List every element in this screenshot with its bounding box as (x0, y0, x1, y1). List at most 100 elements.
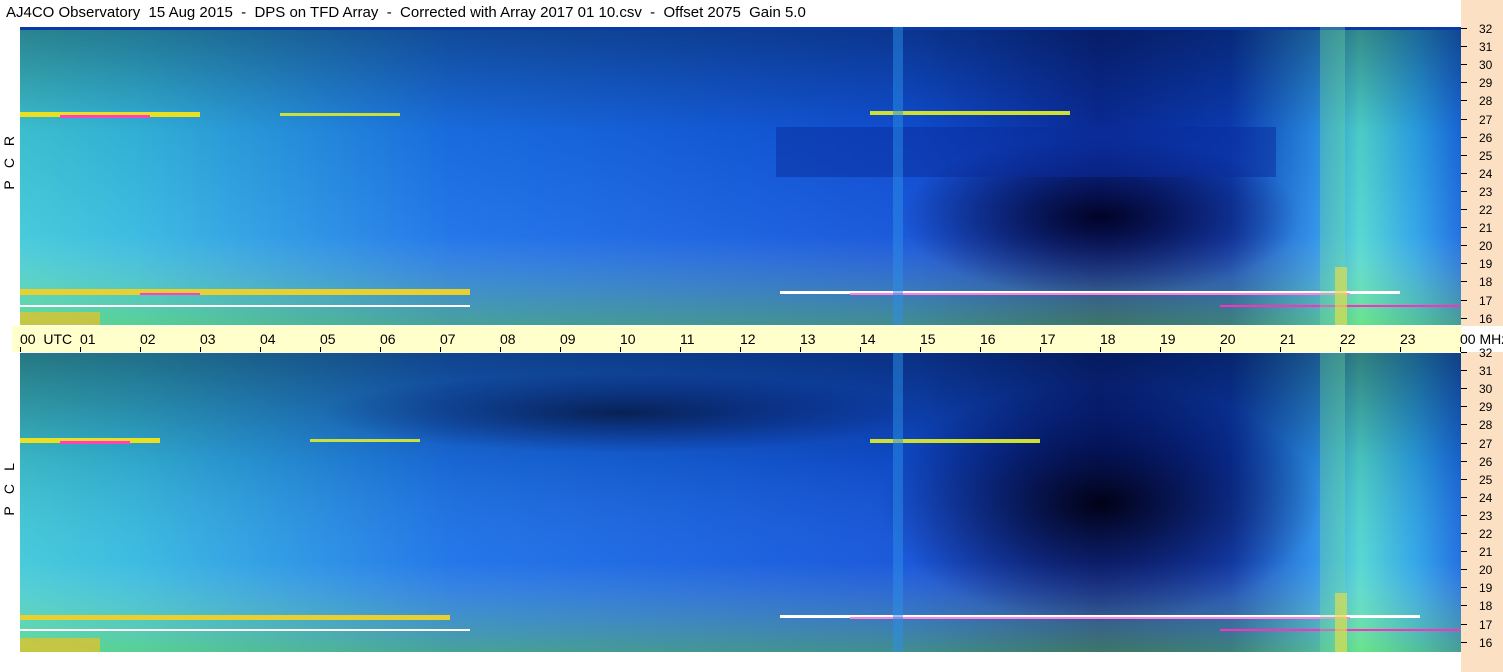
frequency-scale-rcp: 32 31 30 29 28 27 26 25 24 23 22 21 20 19 18 17 16 (1461, 0, 1503, 326)
frequency-tick: 28 (1461, 418, 1503, 432)
frequency-tick-mark (1461, 514, 1467, 516)
frequency-tick-mark (1461, 551, 1467, 553)
time-tick-mark (260, 347, 261, 352)
time-tick-label: 22 (1340, 331, 1356, 347)
time-tick-label: 06 (380, 331, 396, 347)
time-tick-label: 11 (680, 331, 695, 347)
frequency-tick: 17 (1461, 294, 1503, 308)
frequency-tick: 32 (1461, 346, 1503, 360)
frequency-tick-label: 19 (1479, 257, 1493, 272)
frequency-tick: 29 (1461, 400, 1503, 414)
time-tick-mark (1100, 347, 1101, 352)
time-tick-mark (140, 347, 141, 352)
frequency-tick-mark (1461, 569, 1467, 571)
time-tick-label: 17 (1040, 331, 1056, 347)
polarization-letter: P (1, 506, 17, 516)
frequency-tick-mark (1461, 136, 1467, 138)
frequency-tick: 20 (1461, 563, 1503, 577)
frequency-tick-mark (1461, 100, 1467, 102)
frequency-tick-mark (1461, 352, 1467, 353)
time-tick-mark (20, 347, 21, 352)
time-tick-mark (440, 347, 441, 352)
frequency-tick-label: 24 (1479, 166, 1493, 181)
time-tick-mark (380, 347, 381, 352)
frequency-tick: 32 (1461, 22, 1503, 36)
frequency-tick-label: 22 (1479, 203, 1493, 217)
frequency-tick: 16 (1461, 312, 1503, 326)
frequency-tick: 19 (1461, 257, 1503, 271)
time-tick-label: 10 (620, 331, 636, 347)
frequency-tick-label: 22 (1479, 527, 1493, 541)
time-tick-label: 02 (140, 331, 156, 347)
frequency-tick-mark (1461, 370, 1467, 372)
frequency-tick-mark (1461, 227, 1467, 229)
time-tick-mark (740, 347, 741, 352)
frequency-tick-label: 21 (1479, 221, 1493, 236)
frequency-tick-mark (1461, 496, 1467, 498)
polarization-letter: L (1, 463, 17, 471)
frequency-tick: 31 (1461, 40, 1503, 54)
frequency-tick: 27 (1461, 113, 1503, 127)
frequency-tick: 24 (1461, 167, 1503, 181)
time-tick-mark (80, 347, 81, 352)
time-tick-label: 03 (200, 331, 216, 347)
frequency-tick-label: 21 (1479, 545, 1493, 560)
time-tick-mark (1040, 347, 1041, 352)
frequency-tick-label: 30 (1479, 382, 1493, 397)
frequency-tick: 20 (1461, 239, 1503, 253)
time-tick-label: 07 (440, 331, 456, 347)
frequency-tick-label: 24 (1479, 490, 1493, 505)
frequency-tick-mark (1461, 245, 1467, 247)
frequency-tick: 25 (1461, 473, 1503, 487)
frequency-tick-mark (1461, 442, 1467, 444)
time-tick-mark (1280, 347, 1281, 352)
frequency-tick: 16 (1461, 636, 1503, 650)
time-tick-mark (1220, 347, 1221, 352)
frequency-tick-label: 28 (1479, 418, 1493, 433)
time-tick-label: 00 MHz (1460, 331, 1503, 347)
frequency-tick-label: 32 (1479, 346, 1493, 360)
time-tick-mark (980, 347, 981, 352)
polarization-letter: C (1, 483, 17, 495)
time-tick-mark (500, 347, 501, 352)
frequency-tick-mark (1461, 406, 1467, 408)
frequency-tick-label: 20 (1479, 563, 1493, 578)
frequency-tick-mark (1461, 172, 1467, 174)
spectrogram-lcp-image (20, 353, 1461, 652)
frequency-tick-label: 17 (1479, 293, 1493, 308)
frequency-tick-label: 26 (1479, 130, 1493, 145)
frequency-tick: 29 (1461, 76, 1503, 90)
frequency-tick-label: 18 (1479, 275, 1493, 290)
frequency-tick-label: 32 (1479, 22, 1493, 36)
time-tick-mark (1340, 347, 1341, 352)
time-tick-mark (920, 347, 921, 352)
frequency-tick-label: 31 (1479, 364, 1493, 379)
utc-time-axis: 00 UTC 01 02 03 04 05 06 07 08 09 10 11 12 13 14 15 16 17… (12, 326, 1503, 352)
frequency-tick-mark (1461, 209, 1467, 210)
frequency-tick: 31 (1461, 364, 1503, 378)
frequency-tick-mark (1461, 587, 1467, 589)
time-tick-label: 19 (1160, 331, 1176, 347)
time-tick-label: 21 (1280, 331, 1296, 347)
time-tick-label: 16 (980, 331, 996, 347)
frequency-tick-mark (1461, 388, 1467, 390)
frequency-tick-mark (1461, 281, 1467, 283)
frequency-tick-label: 29 (1479, 400, 1493, 415)
frequency-tick-label: 25 (1479, 472, 1493, 487)
frequency-tick-mark (1461, 82, 1467, 84)
frequency-tick: 21 (1461, 545, 1503, 559)
frequency-tick-label: 16 (1479, 635, 1493, 650)
frequency-tick: 17 (1461, 618, 1503, 632)
frequency-tick-mark (1461, 28, 1467, 29)
frequency-tick-label: 29 (1479, 76, 1493, 91)
polarization-label-rcp: R C P (0, 130, 18, 196)
frequency-tick: 21 (1461, 221, 1503, 235)
frequency-tick-mark (1461, 317, 1467, 319)
frequency-tick-mark (1461, 190, 1467, 192)
time-tick-label: 12 (740, 331, 756, 347)
frequency-tick-mark (1461, 46, 1467, 48)
frequency-tick: 18 (1461, 599, 1503, 613)
frequency-tick: 26 (1461, 131, 1503, 145)
frequency-tick-label: 25 (1479, 148, 1493, 163)
frequency-tick-label: 16 (1479, 311, 1493, 326)
